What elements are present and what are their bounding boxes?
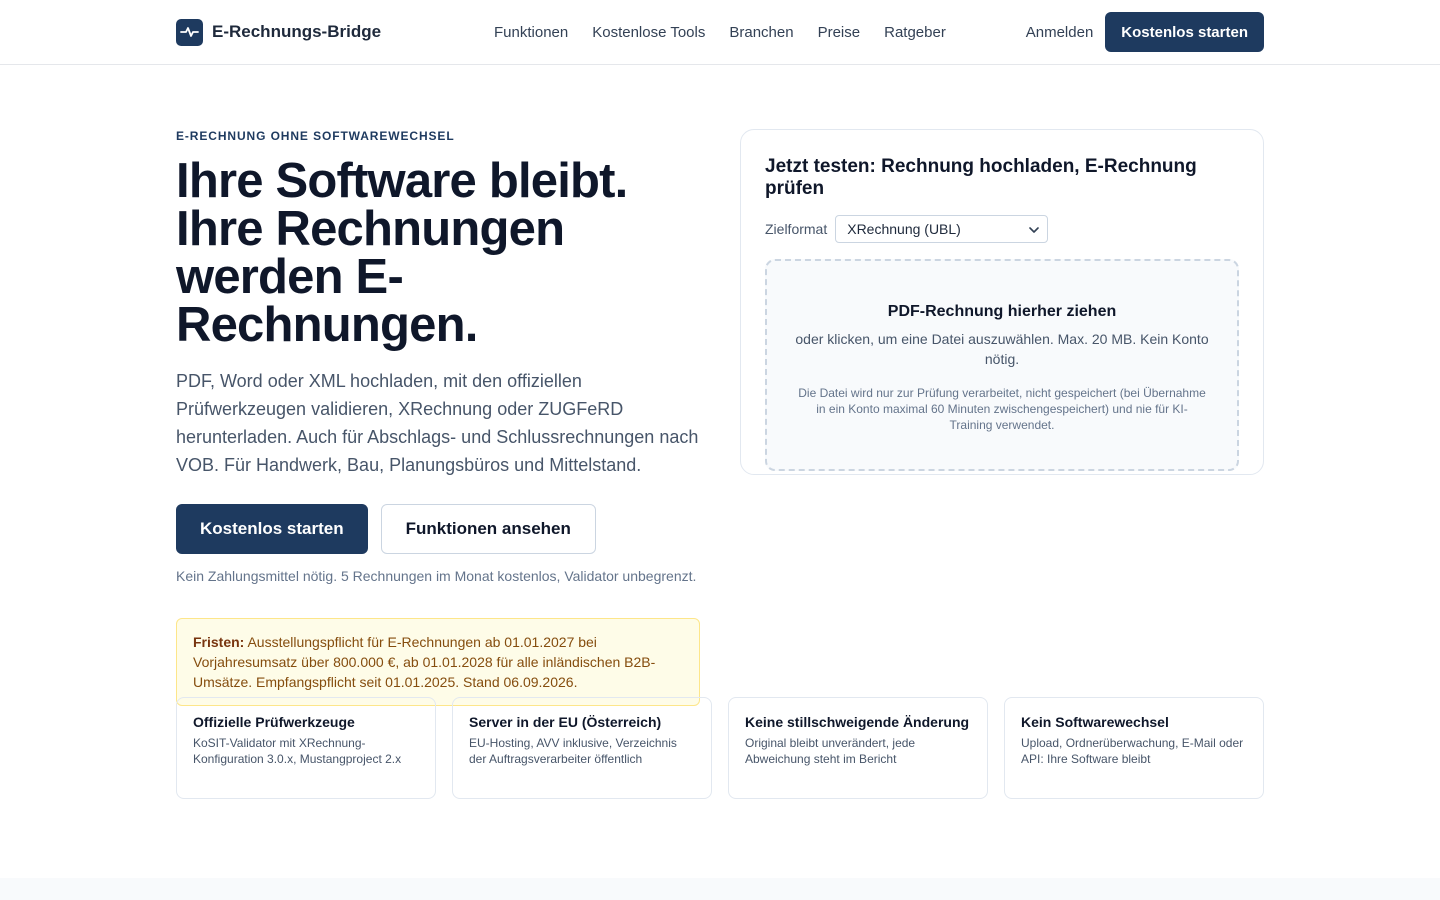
feature-text: EU-Hosting, AVV inklusive, Verzeichnis d…	[469, 736, 677, 766]
feature-text: Original bleibt unverändert, jede Abweic…	[745, 736, 916, 766]
brand-name: E-Rechnungs-Bridge	[212, 22, 382, 41]
dropzone-privacy-note: Die Datei wird nur zur Prüfung verarbeit…	[798, 386, 1206, 432]
next-section-band	[0, 878, 1440, 900]
upload-card: Jetzt testen: Rechnung hochladen, E-Rech…	[740, 129, 1264, 475]
hero-cta-row: Kostenlos starten Funktionen ansehen	[176, 504, 700, 554]
feature-card: Offizielle Prüfwerkzeuge KoSIT-Validator…	[176, 697, 436, 799]
headline-line: Ihre Software bleibt.	[176, 154, 628, 208]
main-nav: Funktionen Kostenlose Tools Branchen Pre…	[494, 0, 946, 64]
headline-line: werden E-Rechnungen.	[176, 250, 478, 352]
header-start-button[interactable]: Kostenlos starten	[1105, 12, 1264, 52]
login-link[interactable]: Anmelden	[1026, 24, 1094, 41]
deadline-notice: Fristen: Ausstellungspflicht für E-Rechn…	[176, 618, 700, 706]
brand[interactable]: E-Rechnungs-Bridge	[176, 18, 382, 46]
deadline-label: Fristen:	[193, 634, 245, 650]
feature-cards: Offizielle Prüfwerkzeuge KoSIT-Validator…	[176, 697, 1264, 799]
feature-card: Kein Softwarewechsel Upload, Ordnerüberw…	[1004, 697, 1264, 799]
format-label: Zielformat	[765, 221, 828, 237]
headline-line: Ihre Rechnungen	[176, 202, 565, 256]
format-select-value: XRechnung (UBL)	[847, 221, 961, 237]
feature-text: KoSIT-Validator mit XRechnung-Konfigurat…	[193, 736, 402, 766]
feature-text: Upload, Ordnerüberwachung, E-Mail oder A…	[1021, 736, 1244, 766]
format-select[interactable]: XRechnung (UBL)	[835, 215, 1049, 243]
feature-title: Kein Softwarewechsel	[1021, 714, 1169, 730]
feature-title: Keine stillschweigende Änderung	[745, 714, 970, 730]
nav-item-kostenlose-tools[interactable]: Kostenlose Tools	[592, 24, 705, 41]
chevron-down-icon	[1029, 221, 1040, 237]
feature-title: Offizielle Prüfwerkzeuge	[193, 714, 355, 730]
start-free-button[interactable]: Kostenlos starten	[176, 504, 368, 554]
hero-eyebrow: E-Rechnung ohne Softwarewechsel	[176, 129, 455, 143]
deadline-text: Ausstellungspflicht für E-Rechnungen ab …	[193, 634, 656, 690]
view-features-button[interactable]: Funktionen ansehen	[380, 504, 596, 554]
file-dropzone[interactable]: PDF-Rechnung hierher ziehen oder klicken…	[765, 259, 1239, 471]
upload-title: Jetzt testen: Rechnung hochladen, E-Rech…	[765, 156, 1197, 199]
hero: E-Rechnung ohne Softwarewechsel Ihre Sof…	[176, 129, 700, 706]
dropzone-subtitle: oder klicken, um eine Datei auszuwählen.…	[795, 331, 1209, 367]
format-row: Zielformat XRechnung (UBL)	[765, 215, 1239, 243]
feature-card: Server in der EU (Österreich) EU-Hosting…	[452, 697, 712, 799]
nav-item-ratgeber[interactable]: Ratgeber	[884, 24, 946, 41]
feature-card: Keine stillschweigende Änderung Original…	[728, 697, 988, 799]
cta-note: Kein Zahlungsmittel nötig. 5 Rechnungen …	[176, 568, 697, 584]
nav-item-branchen[interactable]: Branchen	[729, 24, 793, 41]
feature-title: Server in der EU (Österreich)	[469, 714, 662, 730]
hero-headline: Ihre Software bleibt. Ihre Rechnungen we…	[176, 154, 700, 352]
site-header: E-Rechnungs-Bridge Funktionen Kostenlose…	[0, 0, 1440, 65]
hero-lead: PDF, Word oder XML hochladen, mit den of…	[176, 371, 699, 475]
pulse-icon	[176, 18, 203, 46]
header-actions: Anmelden Kostenlos starten	[1026, 12, 1264, 52]
nav-item-preise[interactable]: Preise	[818, 24, 861, 41]
nav-item-funktionen[interactable]: Funktionen	[494, 24, 568, 41]
dropzone-title: PDF-Rechnung hierher ziehen	[887, 303, 1117, 320]
